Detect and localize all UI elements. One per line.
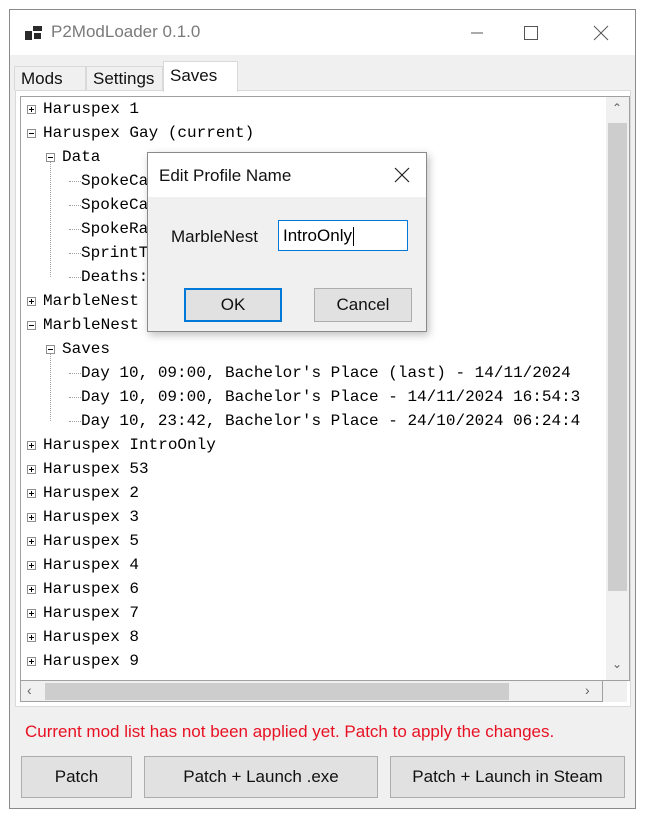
tree-node[interactable]: Haruspex 53 xyxy=(43,457,149,481)
tab-saves[interactable]: Saves xyxy=(163,61,238,92)
horizontal-scroll-thumb[interactable] xyxy=(45,683,509,700)
tree-connector-line xyxy=(50,354,51,421)
status-warning: Current mod list has not been applied ye… xyxy=(25,722,555,741)
text-caret xyxy=(352,227,354,247)
tree-node[interactable]: Haruspex IntroOnly xyxy=(43,433,216,457)
collapse-icon[interactable] xyxy=(27,129,36,138)
tree-node[interactable]: Saves xyxy=(62,337,110,361)
tree-connector-line xyxy=(50,162,51,277)
profile-name-label: MarbleNest xyxy=(171,227,258,246)
scroll-down-icon[interactable]: ⌄ xyxy=(612,657,622,671)
expand-icon[interactable] xyxy=(27,105,36,114)
expand-icon[interactable] xyxy=(27,489,36,498)
tree-node[interactable]: Deaths: xyxy=(81,265,148,289)
tree-node[interactable]: Data xyxy=(62,145,100,169)
close-button[interactable] xyxy=(578,10,624,55)
expand-icon[interactable] xyxy=(27,465,36,474)
dialog-close-icon[interactable] xyxy=(394,167,410,183)
scrollbar-corner xyxy=(603,681,627,702)
expand-icon[interactable] xyxy=(27,585,36,594)
dialog-title: Edit Profile Name xyxy=(159,166,292,185)
tab-strip: Mods Settings Saves xyxy=(14,61,634,92)
tree-connector-line xyxy=(69,277,81,278)
tab-settings[interactable]: Settings xyxy=(86,66,163,90)
ok-button[interactable]: OK xyxy=(184,288,282,322)
tree-connector-line xyxy=(69,253,81,254)
patch-launch-exe-button[interactable]: Patch + Launch .exe xyxy=(144,756,378,798)
expand-icon[interactable] xyxy=(27,537,36,546)
tree-node[interactable]: Haruspex 1 xyxy=(43,97,139,121)
tree-node[interactable]: Haruspex Gay (current) xyxy=(43,121,254,145)
expand-icon[interactable] xyxy=(27,513,36,522)
tree-node[interactable]: Haruspex 4 xyxy=(43,553,139,577)
maximize-button[interactable] xyxy=(508,10,554,55)
tree-node[interactable]: MarbleNest xyxy=(43,289,139,313)
cancel-button[interactable]: Cancel xyxy=(314,288,412,322)
tree-node[interactable]: Haruspex 3 xyxy=(43,505,139,529)
tree-node[interactable]: Haruspex 9 xyxy=(43,649,139,673)
tree-node[interactable]: SpokeCa xyxy=(81,169,148,193)
tree-node[interactable]: Haruspex 8 xyxy=(43,625,139,649)
tree-node[interactable]: Day 10, 23:42, Bachelor's Place - 24/10/… xyxy=(81,409,580,433)
tree-connector-line xyxy=(69,229,81,230)
profile-name-input[interactable]: IntroOnly xyxy=(278,220,408,251)
collapse-icon[interactable] xyxy=(46,345,55,354)
patch-launch-steam-button[interactable]: Patch + Launch in Steam xyxy=(390,756,625,798)
profile-name-value: IntroOnly xyxy=(283,226,352,245)
tab-mods[interactable]: Mods xyxy=(14,66,86,90)
tree-node[interactable]: SpokeRa xyxy=(81,217,148,241)
collapse-icon[interactable] xyxy=(27,321,36,330)
horizontal-scrollbar[interactable]: ‹ › xyxy=(20,681,603,702)
tree-connector-line xyxy=(69,205,81,206)
expand-icon[interactable] xyxy=(27,657,36,666)
maximize-icon xyxy=(524,25,538,40)
scroll-up-icon[interactable]: ⌃ xyxy=(612,101,622,115)
tree-node[interactable]: Haruspex 6 xyxy=(43,577,139,601)
expand-icon[interactable] xyxy=(27,633,36,642)
vertical-scrollbar[interactable]: ⌃ ⌄ xyxy=(606,96,630,681)
tree-connector-line xyxy=(69,373,81,374)
minimize-icon xyxy=(471,32,483,33)
tree-node[interactable]: Haruspex 5 xyxy=(43,529,139,553)
tree-node[interactable]: Day 10, 09:00, Bachelor's Place - 14/11/… xyxy=(81,385,580,409)
tree-node[interactable]: SpokeCa xyxy=(81,193,148,217)
tree-connector-line xyxy=(69,181,81,182)
expand-icon[interactable] xyxy=(27,441,36,450)
scroll-right-icon[interactable]: › xyxy=(585,682,590,698)
minimize-button[interactable] xyxy=(454,10,500,55)
expand-icon[interactable] xyxy=(27,561,36,570)
tree-node[interactable]: Haruspex 7 xyxy=(43,601,139,625)
collapse-icon[interactable] xyxy=(46,153,55,162)
tree-node[interactable]: MarbleNest xyxy=(43,313,139,337)
main-window: P2ModLoader 0.1.0 Mods Settings Saves Ha… xyxy=(9,9,636,809)
edit-profile-dialog: Edit Profile Name MarbleNest IntroOnly O… xyxy=(147,152,427,332)
app-icon xyxy=(25,26,42,40)
tree-node[interactable]: Haruspex 2 xyxy=(43,481,139,505)
close-icon xyxy=(593,25,609,40)
tree-connector-line xyxy=(69,397,81,398)
tree-connector-line xyxy=(69,421,81,422)
window-title: P2ModLoader 0.1.0 xyxy=(51,22,201,41)
scroll-left-icon[interactable]: ‹ xyxy=(27,682,32,698)
patch-button[interactable]: Patch xyxy=(21,756,132,798)
vertical-scroll-thumb[interactable] xyxy=(608,123,627,591)
tree-node[interactable]: Day 10, 09:00, Bachelor's Place (last) -… xyxy=(81,361,571,385)
expand-icon[interactable] xyxy=(27,297,36,306)
dialog-title-bar[interactable]: Edit Profile Name xyxy=(148,153,426,197)
tree-node[interactable]: SprintT xyxy=(81,241,148,265)
expand-icon[interactable] xyxy=(27,609,36,618)
title-bar[interactable]: P2ModLoader 0.1.0 xyxy=(10,10,635,55)
